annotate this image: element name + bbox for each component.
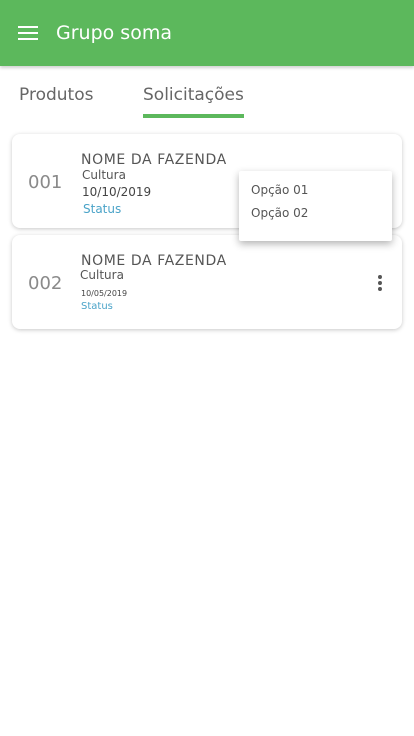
kebab-dot — [378, 281, 382, 285]
more-vertical-icon[interactable] — [373, 273, 387, 293]
tab-produtos[interactable]: Produtos — [19, 84, 93, 106]
status-label: Status — [81, 301, 113, 312]
menu-icon-bar — [18, 32, 38, 34]
request-id: 001 — [28, 172, 63, 193]
menu-icon-bar — [18, 38, 38, 40]
tab-bar: Produtos Solicitações — [0, 66, 414, 118]
options-popup-menu: Opção 01 Opção 02 — [239, 171, 392, 241]
menu-icon-bar — [18, 26, 38, 28]
request-id: 002 — [28, 273, 63, 294]
app-title: Grupo soma — [56, 22, 172, 44]
active-tab-indicator — [143, 114, 244, 118]
popup-option-01[interactable]: Opção 01 — [251, 183, 308, 198]
kebab-dot — [378, 287, 382, 291]
culture-label: Cultura — [82, 168, 126, 182]
request-date: 10/10/2019 — [82, 185, 152, 199]
kebab-dot — [378, 275, 382, 279]
request-card[interactable]: 002 NOME DA FAZENDA Cultura 10/05/2019 S… — [12, 235, 402, 329]
tab-solicitacoes[interactable]: Solicitações — [143, 84, 244, 106]
farm-name: NOME DA FAZENDA — [81, 152, 227, 168]
app-screen: Grupo soma Produtos Solicitações 001 NOM… — [0, 0, 414, 736]
status-label: Status — [83, 202, 122, 216]
hamburger-menu-icon[interactable] — [18, 25, 38, 41]
popup-option-02[interactable]: Opção 02 — [251, 206, 308, 221]
request-date: 10/05/2019 — [81, 289, 128, 298]
app-bar: Grupo soma — [0, 0, 414, 66]
culture-label: Cultura — [80, 268, 124, 282]
